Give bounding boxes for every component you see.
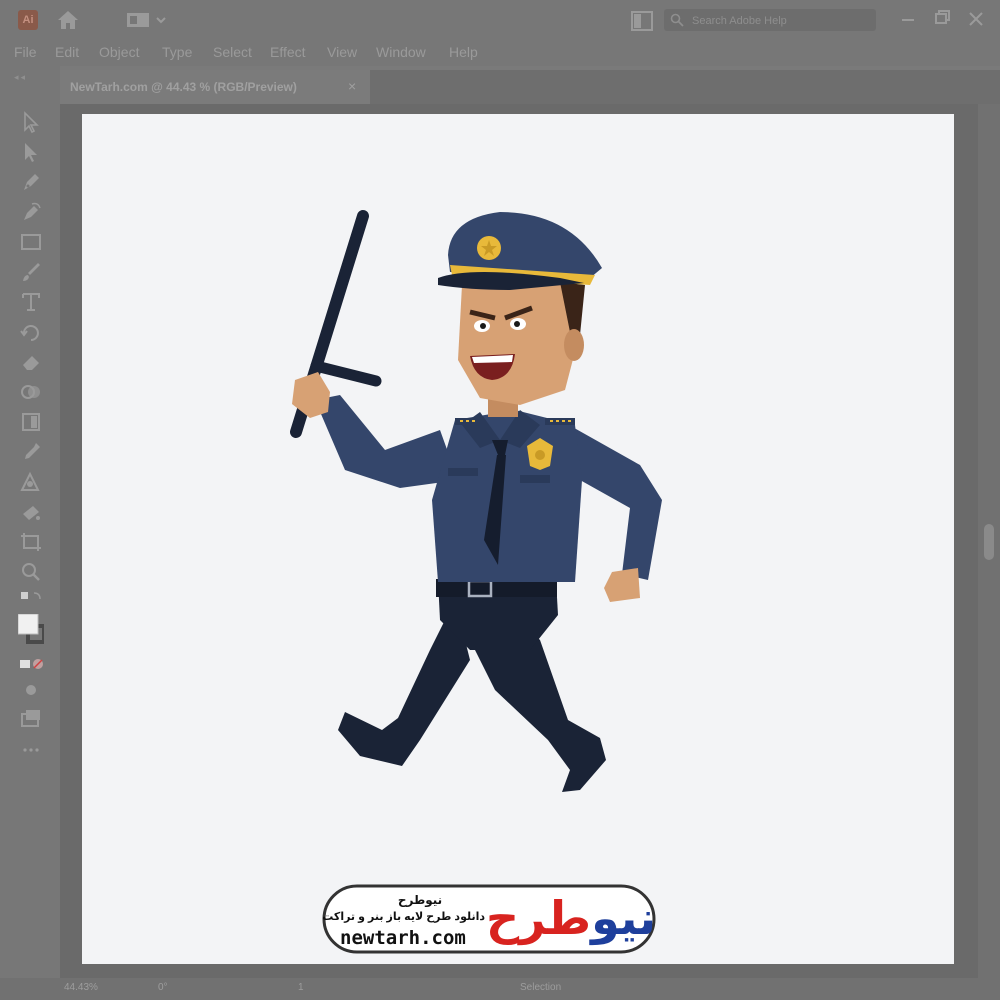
selection-tool[interactable] [18,110,44,134]
watermark-logo-red: طرح [486,891,592,945]
menu-object[interactable]: Object [99,44,139,60]
curvature-pen-icon [24,202,41,220]
drawing-modes[interactable] [18,678,44,702]
artboard-tool[interactable] [18,530,44,554]
workspace-icon [127,13,166,27]
minimize-button[interactable] [895,6,921,32]
vertical-scrollbar[interactable] [978,104,1000,978]
screen-mode-icon [21,710,40,727]
document-tab-bar: NewTarh.com @ 44.43 % (RGB/Preview) × [60,70,1000,104]
help-search-input[interactable] [690,11,874,31]
rotation-angle[interactable]: 0° [158,982,168,993]
workspace-switcher-button[interactable] [125,10,171,30]
help-search-box [664,9,876,31]
menu-type[interactable]: Type [162,44,192,60]
fill-stroke-icon [17,613,46,644]
color-mode-buttons[interactable] [18,652,44,676]
watermark-logo-blue: نیو [591,891,656,945]
shape-builder-icon [21,385,40,399]
eraser-icon [23,356,39,370]
direct-selection-tool[interactable] [18,140,44,164]
selection-arrow-icon [24,111,39,134]
arrange-documents-button[interactable] [630,10,654,32]
scrollbar-thumb[interactable] [984,524,994,560]
canvas-area[interactable] [60,104,978,978]
arrange-documents-icon [631,11,653,31]
rotate-tool[interactable] [18,320,44,344]
swap-colors-icon [21,592,41,600]
paintbrush-icon [23,263,40,281]
eyedropper-tool[interactable] [18,440,44,464]
edit-toolbar-button[interactable] [18,738,44,762]
eyedropper-icon [25,443,40,459]
screen-mode-button[interactable] [18,706,44,730]
restore-button[interactable] [929,6,955,32]
more-tools-icon [23,748,39,752]
curvature-tool[interactable] [18,200,44,224]
tools-panel: ◂◂ [0,66,60,980]
menu-view[interactable]: View [327,44,357,60]
shape-builder-tool[interactable] [18,380,44,404]
watermark-title: نیوطرح [397,893,443,907]
close-icon [969,12,983,26]
pen-icon [24,174,39,190]
minimize-icon [902,19,914,21]
zoom-icon [22,563,40,581]
menu-help[interactable]: Help [449,44,478,60]
fill-stroke-swatch[interactable] [17,613,46,648]
draw-normal-icon [26,685,36,695]
menu-bar: File Edit Object Type Select Effect View… [0,40,1000,66]
document-tab[interactable]: NewTarh.com @ 44.43 % (RGB/Preview) × [60,70,370,104]
menu-file[interactable]: File [14,44,37,60]
home-icon [58,11,78,29]
app-logo: Ai [18,10,38,30]
zoom-level[interactable]: 44.43% [64,982,98,993]
watermark-subtitle: دانلود طرح لایه باز بنر و تراکت [322,911,485,923]
home-button[interactable] [55,8,81,32]
artboard-number[interactable]: 1 [298,982,304,993]
swap-fill-stroke[interactable] [18,588,44,612]
type-tool[interactable] [18,290,44,314]
direct-selection-icon [25,143,37,162]
title-bar: Ai [0,0,1000,40]
search-icon [670,13,684,27]
menu-window[interactable]: Window [376,44,426,60]
pen-tool[interactable] [18,170,44,194]
close-window-button[interactable] [963,6,989,32]
artboard[interactable] [82,114,954,964]
gradient-tool[interactable] [18,410,44,434]
symbol-sprayer-icon [23,506,40,520]
gradient-icon [22,413,40,431]
color-none-icon [20,659,43,669]
blend-tool[interactable] [18,470,44,494]
rectangle-icon [21,234,41,250]
symbol-sprayer-tool[interactable] [18,500,44,524]
zoom-tool[interactable] [18,560,44,584]
blend-icon [20,471,40,491]
menu-select[interactable]: Select [213,44,252,60]
type-icon [22,293,40,311]
artboard-icon [21,533,41,551]
current-tool-status[interactable]: Selection [520,982,561,993]
panel-grip[interactable]: ◂◂ [14,72,27,83]
watermark-logo: نیوطرح [486,887,656,951]
close-document-button[interactable]: × [348,78,356,94]
paintbrush-tool[interactable] [18,260,44,284]
menu-effect[interactable]: Effect [270,44,306,60]
watermark-url: newtarh.com [340,927,466,949]
eraser-tool[interactable] [18,350,44,374]
restore-icon [935,10,950,24]
rotate-icon [20,325,39,341]
rectangle-tool[interactable] [18,230,44,254]
menu-edit[interactable]: Edit [55,44,79,60]
status-bar: 44.43% 0° 1 Selection [0,978,1000,1000]
document-tab-label: NewTarh.com @ 44.43 % (RGB/Preview) [70,80,297,94]
